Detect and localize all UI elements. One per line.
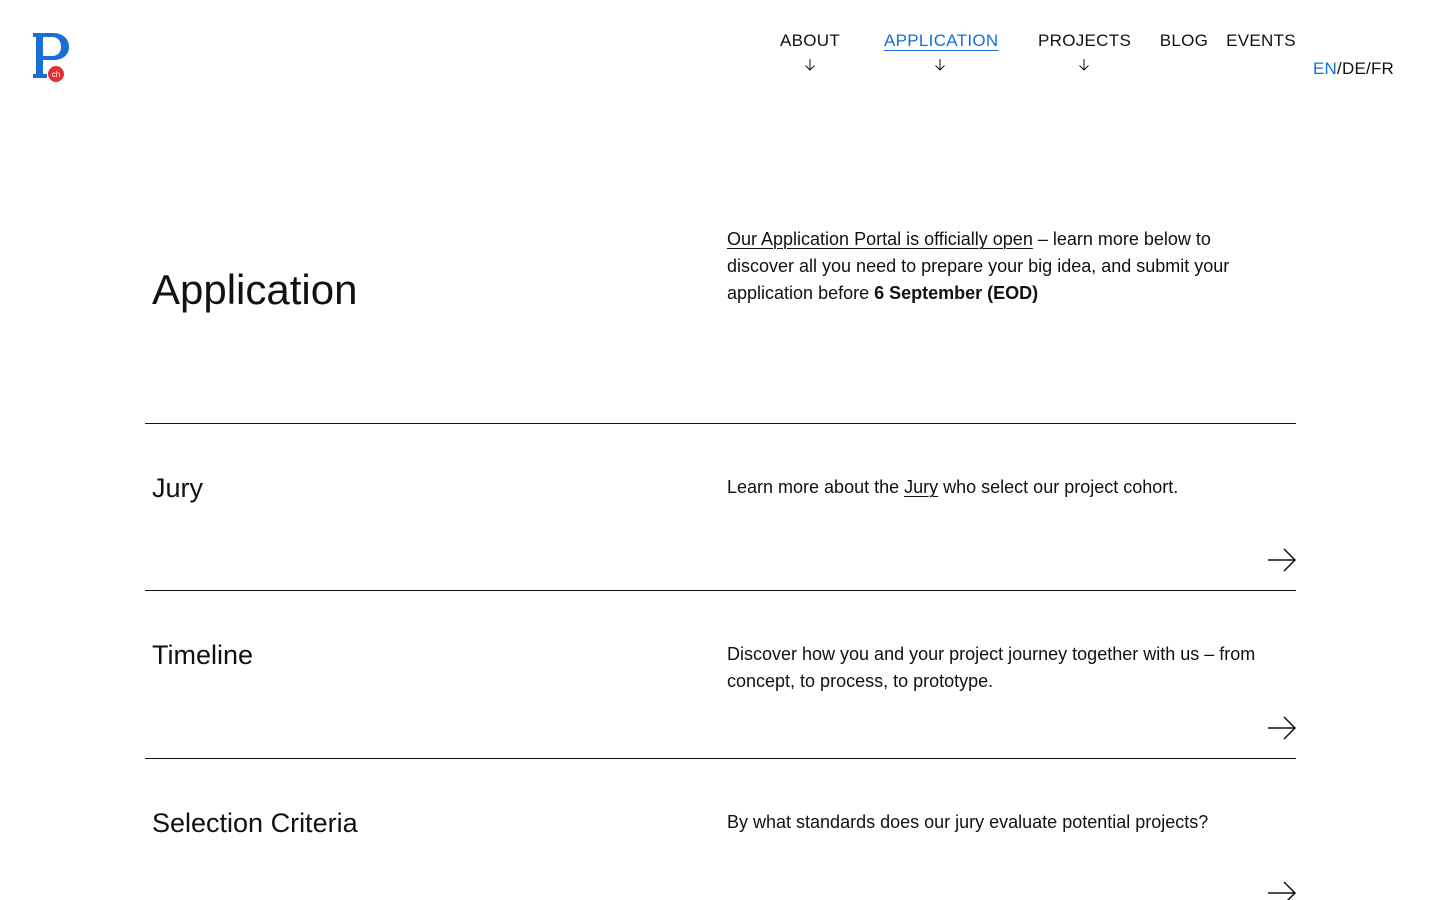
jury-link[interactable]: Jury [904,477,938,497]
section-title-selection-criteria: Selection Criteria [152,808,358,838]
section-text-timeline: Discover how you and your project journe… [727,644,1256,691]
lang-fr[interactable]: FR [1371,59,1394,78]
deadline-text: 6 September (EOD) [874,283,1039,303]
section-text-jury: Learn more about the Jury who select our… [727,474,1287,501]
nav-label-events[interactable]: EVENTS [1226,30,1296,52]
arrow-down-icon[interactable] [1078,58,1090,72]
nav-item-about[interactable]: ABOUT [780,30,840,72]
nav-item-application[interactable]: APPLICATION [884,30,998,72]
nav-label-blog[interactable]: BLOG [1160,30,1208,52]
page-title: Application [152,266,358,313]
nav-label-about[interactable]: ABOUT [780,30,840,52]
language-switcher: EN/DE/FR [1313,59,1394,79]
nav-label-projects[interactable]: PROJECTS [1038,30,1131,52]
lang-en[interactable]: EN [1313,59,1337,78]
lang-de[interactable]: DE [1342,59,1366,78]
arrow-right-icon[interactable] [1267,547,1297,573]
nav-label-application[interactable]: APPLICATION [884,30,998,52]
section-text-jury-before: Learn more about the [727,477,905,497]
section-divider [145,423,1296,424]
section-text-selection-criteria: By what standards does our jury evaluate… [727,812,1209,832]
hero-intro: Our Application Portal is officially ope… [727,226,1272,307]
arrow-right-icon[interactable] [1267,715,1297,741]
arrow-right-icon[interactable] [1267,878,1297,900]
nav-item-events[interactable]: EVENTS [1226,30,1296,52]
section-title-jury: Jury [152,473,204,503]
section-divider [145,758,1296,759]
section-divider [145,590,1296,591]
application-portal-link[interactable]: Our Application Portal is officially ope… [727,229,1033,249]
main-nav: ABOUT APPLICATION PROJECTS BLOG EVENTS E… [0,30,1440,90]
arrow-down-icon[interactable] [804,58,816,72]
nav-item-projects[interactable]: PROJECTS [1038,30,1131,72]
nav-item-blog[interactable]: BLOG [1159,30,1209,52]
section-title-timeline: Timeline [152,640,254,670]
section-text-jury-after: who select our project cohort. [938,477,1179,497]
arrow-down-icon[interactable] [934,58,946,72]
